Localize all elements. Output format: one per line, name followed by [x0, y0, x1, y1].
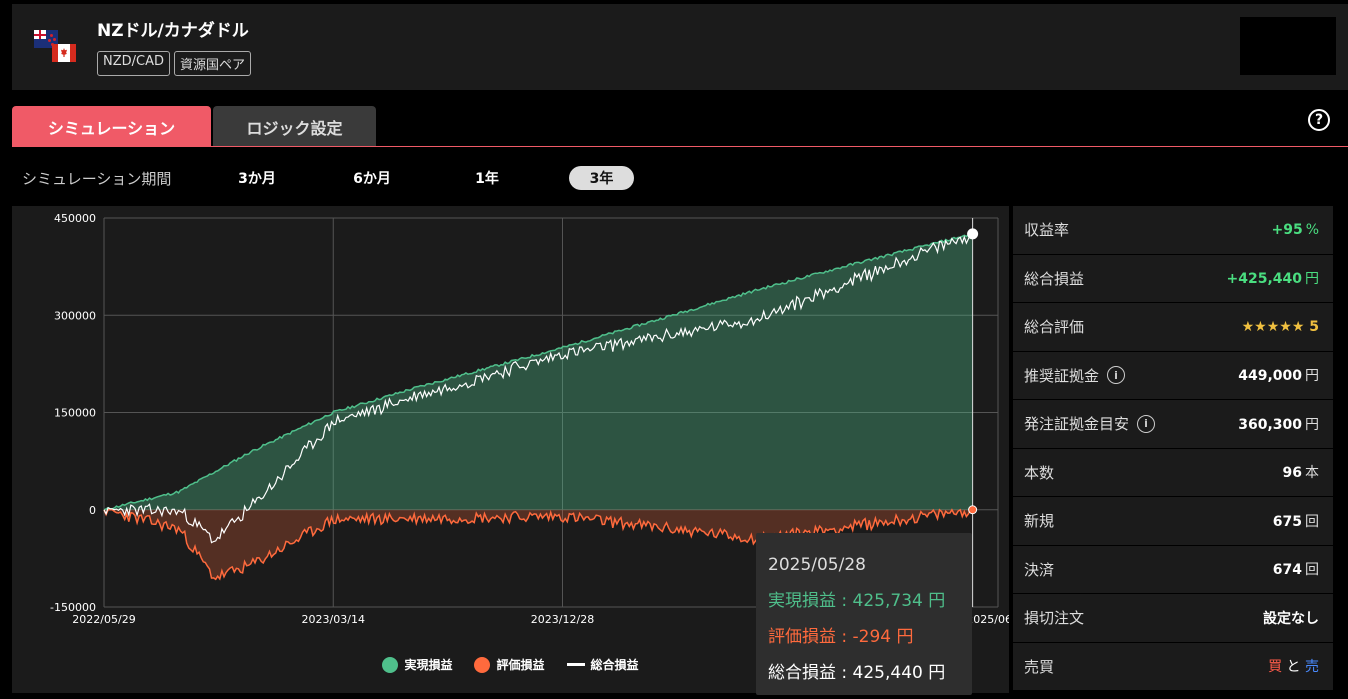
- legend-unrealized[interactable]: 評価損益: [474, 656, 545, 673]
- y-tick-label: 150000: [54, 407, 96, 420]
- tab-simulation[interactable]: シミュレーション: [12, 106, 211, 147]
- legend-total[interactable]: 総合損益: [566, 656, 639, 673]
- pair-header: NZドル/カナダドル NZD/CAD 資源国ペア: [12, 4, 1348, 90]
- pair-title: NZドル/カナダドル: [97, 21, 249, 41]
- period-6m[interactable]: 6か月: [337, 166, 407, 190]
- help-icon[interactable]: ?: [1308, 109, 1330, 131]
- info-icon[interactable]: i: [1107, 366, 1126, 385]
- stat-order-margin: 発注証拠金目安 i 360,300 円: [1013, 400, 1333, 449]
- realized-area: [104, 233, 973, 510]
- stat-return-rate: 収益率 +95%: [1013, 206, 1333, 255]
- period-3m[interactable]: 3か月: [222, 166, 292, 190]
- x-tick-label: 2025/06/29: [966, 613, 1009, 626]
- total-line-icon: [566, 663, 585, 666]
- unrealized-dot-icon: [474, 656, 491, 673]
- unrealized-hover-point: [968, 505, 978, 515]
- realized-dot-icon: [382, 656, 399, 673]
- tab-underline: [12, 146, 1348, 147]
- tooltip-realized: 実現損益 : 425,734 円: [768, 591, 946, 611]
- stat-total-pnl: 総合損益 +425,440 円: [1013, 254, 1333, 303]
- category-tag: 資源国ペア: [174, 51, 252, 76]
- stat-recommended-margin: 推奨証拠金 i 449,000 円: [1013, 351, 1333, 400]
- period-3y[interactable]: 3年: [569, 166, 634, 190]
- y-tick-label: 450000: [54, 212, 96, 225]
- stat-new: 新規 675 回: [1013, 497, 1333, 546]
- action-area: [1240, 17, 1336, 75]
- legend-realized[interactable]: 実現損益: [382, 656, 452, 673]
- info-icon[interactable]: i: [1137, 414, 1156, 433]
- total-hover-point: [967, 228, 979, 240]
- period-label: シミュレーション期間: [22, 170, 172, 188]
- tooltip-unrealized: 評価損益 : -294 円: [768, 627, 914, 647]
- stat-rating: 総合評価 ★★★★★ 5: [1013, 303, 1333, 352]
- period-1y[interactable]: 1年: [452, 166, 522, 190]
- stats-panel: 収益率 +95% 総合損益 +425,440 円 総合評価 ★★★★★ 5 推奨証…: [1013, 206, 1333, 691]
- tooltip-date: 2025/05/28: [768, 555, 866, 575]
- x-tick-label: 2023/03/14: [302, 613, 365, 626]
- canada-flag-icon: [52, 44, 76, 62]
- pnl-chart: 450000 300000 150000 0 -150000 2022/05/29 2023…: [12, 206, 1009, 695]
- symbol-tag: NZD/CAD: [97, 51, 171, 76]
- currency-pair-flag-icon: [34, 30, 78, 64]
- y-tick-label: 300000: [54, 309, 96, 322]
- stat-count: 本数 96 本: [1013, 448, 1333, 497]
- rating-stars: ★★★★★ 5: [1241, 318, 1319, 335]
- stat-settle: 決済 674 回: [1013, 545, 1333, 594]
- tab-logic-settings[interactable]: ロジック設定: [213, 106, 376, 147]
- x-tick-label: 2023/12/28: [531, 613, 594, 626]
- stat-trade-direction: 売買 買 と 売: [1013, 642, 1333, 691]
- stat-stop-loss: 損切注文 設定なし: [1013, 594, 1333, 643]
- chart-legend: 実現損益 評価損益 総合損益: [12, 656, 1009, 673]
- x-tick-label: 2022/05/29: [72, 613, 135, 626]
- y-tick-label: 0: [89, 504, 96, 517]
